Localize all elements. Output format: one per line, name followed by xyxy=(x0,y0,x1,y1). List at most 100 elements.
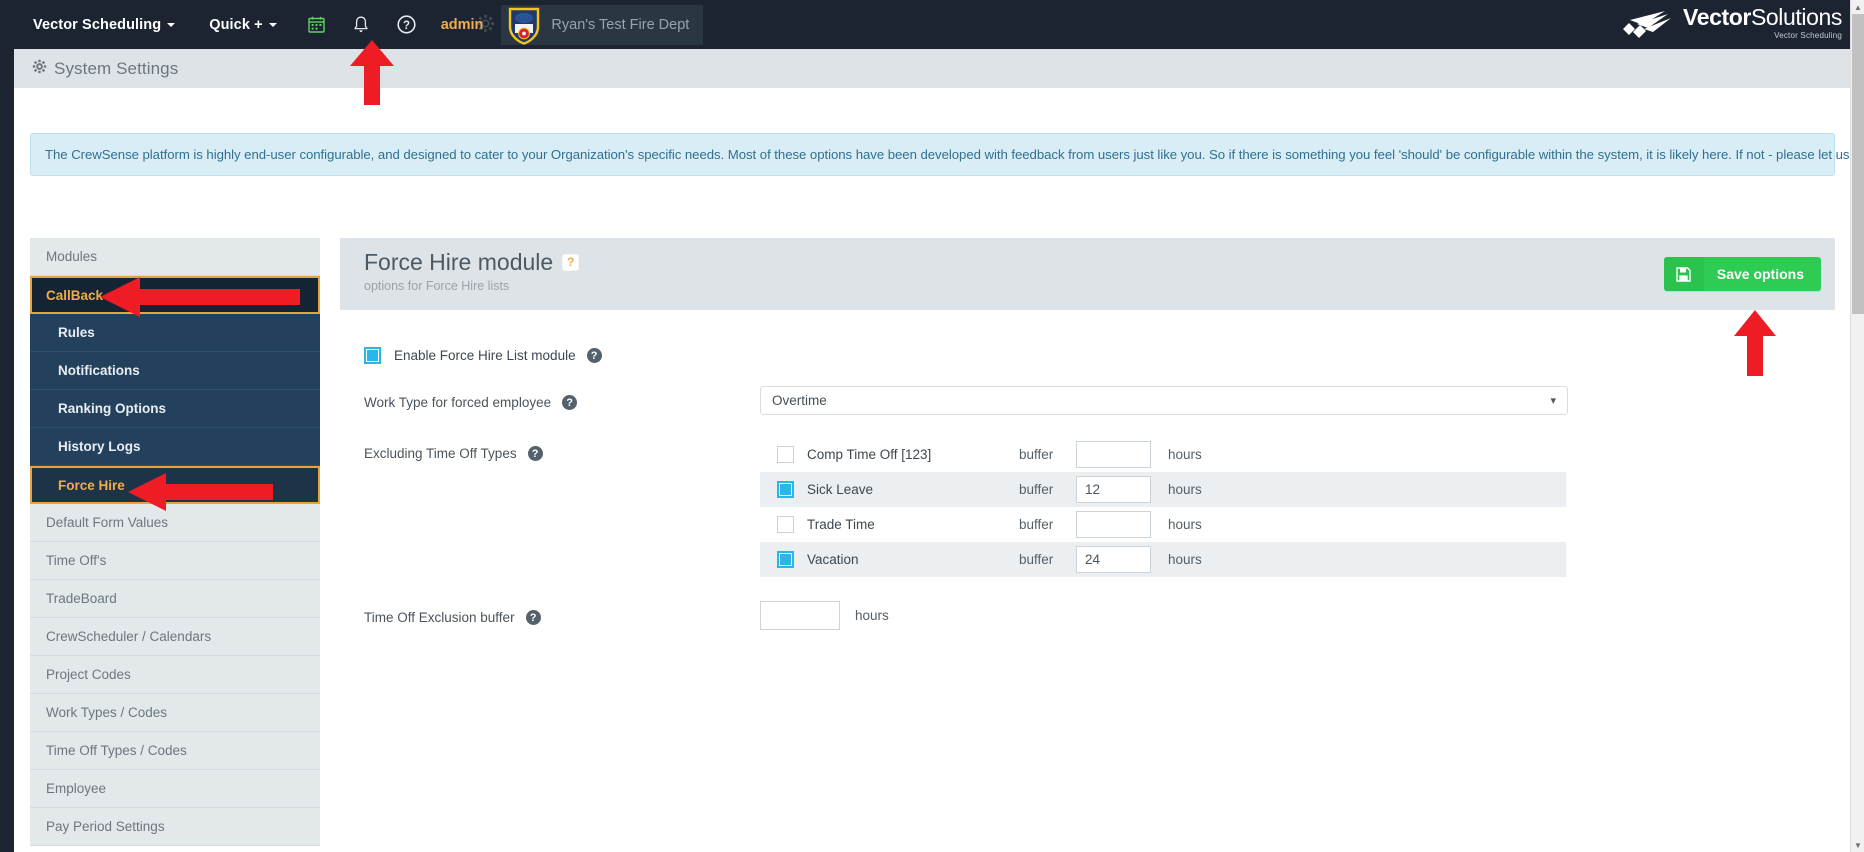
sidebar-item-label: Time Off's xyxy=(46,553,107,568)
panel-header: Force Hire module ? options for Force Hi… xyxy=(340,238,1835,310)
buffer-input[interactable] xyxy=(1076,476,1151,503)
panel-title-row: Force Hire module ? xyxy=(364,249,1835,275)
sidebar-item-rules[interactable]: Rules xyxy=(30,314,320,352)
table-row: Trade Time buffer hours xyxy=(760,507,1566,542)
sidebar-item-ranking-options[interactable]: Ranking Options xyxy=(30,390,320,428)
scroll-up-arrow[interactable]: ▲ xyxy=(1851,0,1864,14)
help-circle-icon[interactable]: ? xyxy=(562,254,580,272)
vector-swoosh-icon xyxy=(1623,11,1672,38)
help-circle-icon[interactable]: ? xyxy=(586,348,602,363)
enable-module-control: Enable Force Hire List module ? xyxy=(364,340,760,364)
sidebar-item-label: CrewScheduler / Calendars xyxy=(46,629,212,644)
sidebar-item-crewscheduler[interactable]: CrewScheduler / Calendars xyxy=(30,618,320,656)
sidebar-item-label: Employee xyxy=(46,781,107,796)
sidebar-item-project-codes[interactable]: Project Codes xyxy=(30,656,320,694)
info-banner: The CrewSense platform is highly end-use… xyxy=(30,133,1864,176)
gear-icon xyxy=(32,59,47,79)
nav-admin-link[interactable]: admin xyxy=(429,0,496,49)
sidebar-item-label: CallBack xyxy=(46,287,104,303)
save-options-button[interactable]: Save options xyxy=(1663,257,1821,291)
sidebar-item-default-form-values[interactable]: Default Form Values xyxy=(30,504,320,542)
work-type-label: Work Type for forced employee xyxy=(364,395,552,410)
enable-force-hire-label: Enable Force Hire List module xyxy=(394,348,576,363)
sidebar-item-label: Rules xyxy=(58,325,95,340)
brand-subtitle: Vector Scheduling xyxy=(1774,31,1842,40)
time-off-type-name: Comp Time Off [123] xyxy=(807,447,932,462)
sidebar-item-pay-period-settings[interactable]: Pay Period Settings xyxy=(30,808,320,846)
sidebar-item-tradeboard[interactable]: TradeBoard xyxy=(30,580,320,618)
hours-label: hours xyxy=(1168,482,1202,497)
time-off-type-name: Trade Time xyxy=(807,517,875,532)
buffer-label: buffer xyxy=(1019,517,1054,532)
sidebar-item-label: TradeBoard xyxy=(46,591,117,606)
force-hire-panel: Force Hire module ? options for Force Hi… xyxy=(340,238,1835,730)
buffer-input[interactable] xyxy=(1076,546,1151,573)
sidebar-item-label: Force Hire xyxy=(58,477,125,493)
sidebar-item-label: Default Form Values xyxy=(46,515,169,530)
time-off-type-name: Vacation xyxy=(807,552,859,567)
time-off-type-checkbox[interactable] xyxy=(777,551,794,568)
nav-vector-scheduling-label: Vector Scheduling xyxy=(33,16,162,33)
scrollbar-thumb[interactable] xyxy=(1852,14,1864,314)
time-off-type-checkbox[interactable] xyxy=(777,516,794,533)
panel-subtitle: options for Force Hire lists xyxy=(364,279,510,294)
sidebar-item-callback[interactable]: CallBack xyxy=(30,276,320,314)
save-options-label: Save options xyxy=(1716,266,1804,282)
settings-sidebar: Modules CallBack Rules Notifications Ran… xyxy=(30,238,320,846)
buffer-label: buffer xyxy=(1019,482,1054,497)
excluding-time-off-types-label-group: Excluding Time Off Types ? xyxy=(364,437,760,461)
scroll-down-arrow[interactable]: ▼ xyxy=(1851,838,1864,852)
calendar-icon[interactable] xyxy=(294,0,339,49)
sidebar-item-notifications[interactable]: Notifications xyxy=(30,352,320,390)
sidebar-item-time-off-types-codes[interactable]: Time Off Types / Codes xyxy=(30,732,320,770)
table-row: Vacation buffer hours xyxy=(760,542,1566,577)
department-badge-icon xyxy=(507,7,541,45)
buffer-input[interactable] xyxy=(1076,441,1151,468)
page-header: System Settings xyxy=(14,49,1850,88)
content-area: The CrewSense platform is highly end-use… xyxy=(14,88,1864,852)
sidebar-item-label: History Logs xyxy=(58,439,141,454)
sidebar-item-label: Work Types / Codes xyxy=(46,705,168,720)
buffer-label: buffer xyxy=(1019,447,1054,462)
chevron-down-icon xyxy=(167,22,176,27)
time-off-type-name: Sick Leave xyxy=(807,482,874,497)
time-off-exclusion-buffer-label: Time Off Exclusion buffer xyxy=(364,610,515,625)
time-off-exclusion-buffer-label-group: Time Off Exclusion buffer ? xyxy=(364,601,760,625)
panel-title: Force Hire module xyxy=(364,249,554,275)
help-circle-icon[interactable]: ? xyxy=(525,610,541,625)
time-off-type-checkbox[interactable] xyxy=(777,481,794,498)
work-type-label-group: Work Type for forced employee ? xyxy=(364,386,760,410)
sidebar-item-label: Modules xyxy=(46,249,98,264)
hours-label: hours xyxy=(1168,447,1202,462)
help-circle-icon[interactable]: ? xyxy=(527,446,543,461)
help-circle-icon[interactable]: ? xyxy=(562,395,578,410)
sidebar-item-work-types-codes[interactable]: Work Types / Codes xyxy=(30,694,320,732)
hours-label: hours xyxy=(855,608,889,623)
enable-force-hire-checkbox[interactable] xyxy=(364,347,381,364)
time-off-exclusion-buffer-input[interactable] xyxy=(760,601,840,630)
work-type-select[interactable]: Overtime ▾ xyxy=(760,386,1568,415)
sidebar-item-force-hire[interactable]: Force Hire xyxy=(30,466,320,504)
help-circle-icon[interactable]: ? xyxy=(384,0,429,49)
nav-vector-scheduling-menu[interactable]: Vector Scheduling xyxy=(16,0,192,49)
sidebar-item-label: Ranking Options xyxy=(58,401,166,416)
table-row: Comp Time Off [123] buffer hours xyxy=(760,437,1566,472)
page-scrollbar[interactable]: ▲ ▼ xyxy=(1850,0,1864,852)
bell-icon[interactable] xyxy=(339,0,384,49)
hours-label: hours xyxy=(1168,517,1202,532)
nav-quick-add-menu[interactable]: Quick + xyxy=(192,0,294,49)
sidebar-item-employee[interactable]: Employee xyxy=(30,770,320,808)
sidebar-item-label: Time Off Types / Codes xyxy=(46,743,187,758)
brand-wordmark: VectorSolutions xyxy=(1683,4,1842,30)
sidebar-item-history-logs[interactable]: History Logs xyxy=(30,428,320,466)
time-off-type-checkbox[interactable] xyxy=(777,446,794,463)
gear-icon xyxy=(476,14,495,37)
sidebar-item-time-offs[interactable]: Time Off's xyxy=(30,542,320,580)
department-chip[interactable]: Ryan's Test Fire Dept xyxy=(501,4,704,45)
time-off-types-list: Comp Time Off [123] buffer hours Sick Le… xyxy=(760,437,1566,577)
buffer-label: buffer xyxy=(1019,552,1054,567)
buffer-input[interactable] xyxy=(1076,511,1151,538)
sidebar-item-modules: Modules xyxy=(30,238,320,276)
excluding-time-off-types-label: Excluding Time Off Types xyxy=(364,446,517,461)
chevron-down-icon: ▾ xyxy=(1550,395,1556,407)
